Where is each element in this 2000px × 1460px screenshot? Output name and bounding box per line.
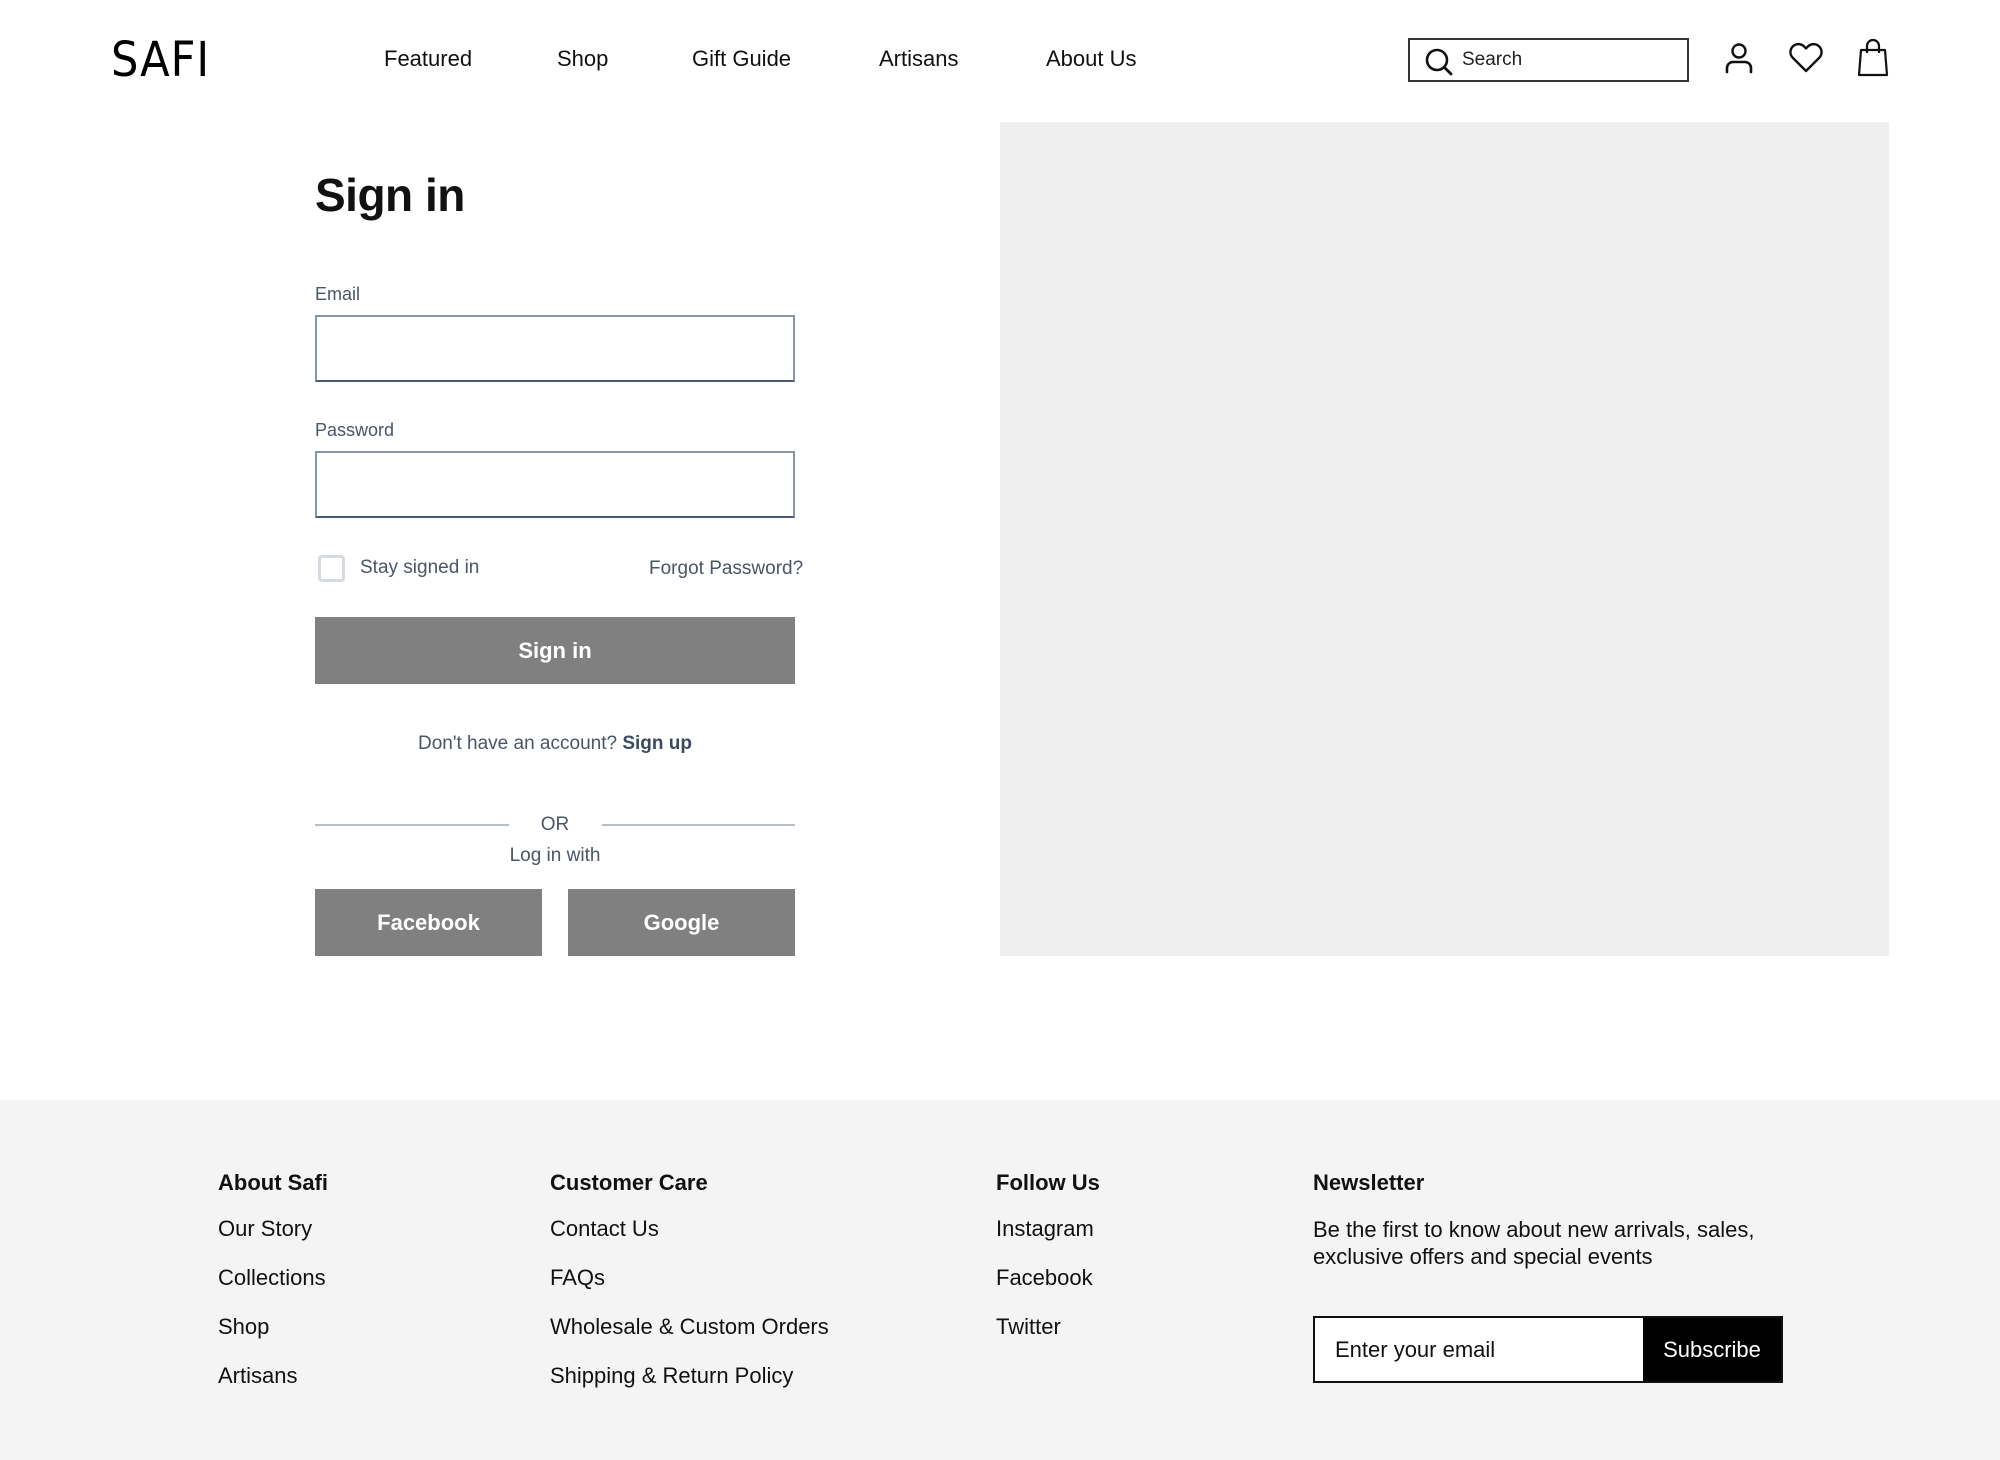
cart-button[interactable] — [1853, 38, 1893, 82]
footer-link-collections[interactable]: Collections — [218, 1265, 328, 1314]
search-box[interactable] — [1408, 38, 1689, 82]
or-label: OR — [540, 814, 570, 835]
stay-signed-in-label[interactable]: Stay signed in — [360, 557, 479, 579]
or-text: OR — [315, 814, 795, 836]
footer-link-our-story[interactable]: Our Story — [218, 1216, 328, 1265]
footer-link-contact-us[interactable]: Contact Us — [550, 1216, 829, 1265]
no-account-text: Don't have an account? — [418, 733, 618, 754]
footer-link-facebook[interactable]: Facebook — [996, 1265, 1100, 1314]
logo[interactable]: SAFI — [111, 32, 210, 88]
log-in-with-text: Log in with — [509, 845, 601, 866]
password-field[interactable] — [315, 451, 795, 518]
footer-heading: About Safi — [218, 1170, 328, 1195]
email-label: Email — [315, 284, 361, 304]
sign-up-link[interactable]: Sign up — [622, 733, 692, 754]
footer-link-faqs[interactable]: FAQs — [550, 1265, 829, 1314]
nav-shop[interactable]: Shop — [557, 46, 608, 72]
wishlist-button[interactable] — [1786, 38, 1826, 82]
account-icon — [1723, 41, 1755, 80]
sign-in-button[interactable]: Sign in — [315, 617, 795, 684]
footer-link-artisans[interactable]: Artisans — [218, 1363, 328, 1412]
footer-link-twitter[interactable]: Twitter — [996, 1314, 1100, 1363]
forgot-password-link[interactable]: Forgot Password? — [649, 558, 803, 580]
site-header: SAFI Featured Shop Gift Guide Artisans A… — [0, 0, 2000, 120]
nav-about-us[interactable]: About Us — [1046, 46, 1137, 72]
password-label: Password — [315, 420, 395, 440]
footer-link-shipping-returns[interactable]: Shipping & Return Policy — [550, 1363, 829, 1412]
facebook-login-button[interactable]: Facebook — [315, 889, 542, 956]
page-title: Sign in — [315, 169, 465, 221]
newsletter-description: Be the first to know about new arrivals,… — [1313, 1217, 1755, 1269]
footer-col-follow-us: Follow Us Instagram Facebook Twitter — [996, 1170, 1100, 1363]
footer-col-newsletter: Newsletter Be the first to know about ne… — [1313, 1170, 1793, 1270]
footer-link-shop[interactable]: Shop — [218, 1314, 328, 1363]
shopping-bag-icon — [1856, 38, 1890, 83]
newsletter-email-input[interactable] — [1315, 1318, 1643, 1381]
google-login-button[interactable]: Google — [568, 889, 795, 956]
footer-col-about: About Safi Our Story Collections Shop Ar… — [218, 1170, 328, 1412]
footer-link-instagram[interactable]: Instagram — [996, 1216, 1100, 1265]
newsletter-form: Subscribe — [1313, 1316, 1783, 1383]
footer-link-wholesale[interactable]: Wholesale & Custom Orders — [550, 1314, 829, 1363]
nav-gift-guide[interactable]: Gift Guide — [692, 46, 791, 72]
email-field[interactable] — [315, 315, 795, 382]
nav-artisans[interactable]: Artisans — [879, 46, 958, 72]
search-input[interactable] — [1462, 46, 1682, 74]
stay-signed-in-checkbox[interactable] — [318, 555, 345, 582]
newsletter-heading: Newsletter — [1313, 1170, 1425, 1195]
footer-heading: Follow Us — [996, 1170, 1100, 1195]
footer-col-customer-care: Customer Care Contact Us FAQs Wholesale … — [550, 1170, 829, 1412]
search-icon — [1424, 47, 1454, 77]
subscribe-button[interactable]: Subscribe — [1643, 1318, 1781, 1381]
heart-icon — [1788, 42, 1824, 79]
account-button[interactable] — [1719, 38, 1759, 82]
nav-featured[interactable]: Featured — [384, 46, 472, 72]
footer-heading: Customer Care — [550, 1170, 708, 1195]
signup-prompt: Don't have an account? Sign up — [315, 733, 795, 755]
image-placeholder — [1000, 122, 1889, 956]
